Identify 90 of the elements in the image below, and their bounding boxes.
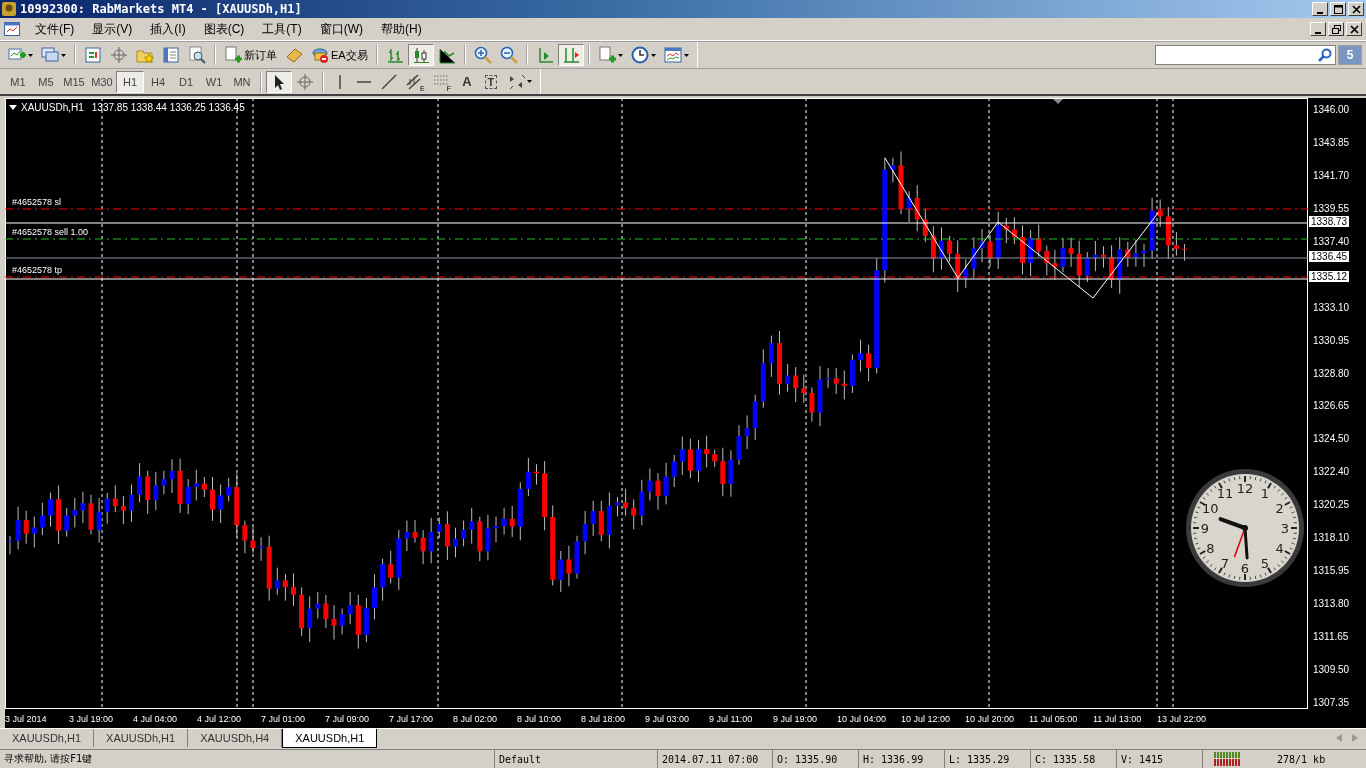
menu-item[interactable]: 帮助(H)	[372, 18, 431, 40]
price-tick-label: 1326.65	[1313, 400, 1350, 412]
status-profile: Default	[495, 750, 658, 768]
price-tick-label: 1315.95	[1313, 565, 1350, 577]
price-tick-label: 1311.65	[1313, 631, 1349, 643]
status-help-text: 寻求帮助, 请按F1键	[0, 750, 495, 768]
price-tick-label: 1330.95	[1313, 334, 1350, 346]
time-axis-label: 10 Jul 12:00	[901, 713, 952, 724]
time-axis-label: 3 Jul 19:00	[69, 713, 115, 724]
time-axis-label: 7 Jul 09:00	[325, 713, 371, 724]
clock-numeral: 5	[1260, 555, 1270, 571]
clock-numeral: 3	[1280, 521, 1290, 536]
time-axis-label: 8 Jul 18:00	[581, 713, 627, 724]
symbol-label: XAUUSDh,H1	[21, 102, 84, 113]
time-axis-label: 9 Jul 03:00	[645, 713, 691, 724]
price-tick-label: 1324.50	[1313, 433, 1350, 445]
menu-item[interactable]: 文件(F)	[26, 18, 84, 40]
price-tick-label: 1339.55	[1313, 202, 1350, 214]
period-button[interactable]: W1	[200, 70, 228, 93]
time-axis-label: 11 Jul 13:00	[1093, 713, 1143, 724]
clock-numeral: 10	[1202, 501, 1219, 516]
price-tick-label: 1343.85	[1313, 136, 1350, 148]
time-axis-label: 10 Jul 20:00	[965, 713, 1016, 724]
time-axis-label: 4 Jul 04:00	[133, 713, 179, 724]
price-tick-label: 1313.80	[1313, 598, 1350, 610]
price-tick-label: 1341.70	[1313, 169, 1350, 181]
time-axis-label: 8 Jul 10:00	[517, 713, 563, 724]
price-tick-label: 1346.00	[1313, 104, 1350, 115]
period-button[interactable]: D1	[172, 70, 200, 93]
period-button[interactable]: H4	[144, 70, 172, 93]
time-axis-label: 4 Jul 12:00	[197, 713, 243, 724]
ohlc-values: 1337.85 1338.44 1336.25 1336.45	[91, 102, 245, 113]
clock-numeral: 9	[1200, 521, 1210, 536]
menu-item[interactable]: 图表(C)	[194, 18, 254, 40]
period-button[interactable]: M1	[4, 70, 32, 93]
time-axis-label: 7 Jul 17:00	[389, 713, 435, 724]
toolbar-button[interactable]: EA交易	[307, 44, 372, 66]
toolbar-button[interactable]: 新订单	[220, 44, 281, 66]
tool-button[interactable]: T	[478, 70, 503, 93]
time-axis-label: 11 Jul 05:00	[1029, 713, 1079, 724]
period-button[interactable]: M5	[32, 70, 60, 93]
period-button[interactable]: MN	[228, 70, 256, 93]
time-axis-label: 8 Jul 02:00	[453, 713, 499, 724]
status-datetime: 2014.07.11 07:00	[658, 750, 773, 768]
price-marker: 1338.73	[1309, 216, 1350, 227]
clock-numeral: 11	[1216, 486, 1234, 502]
price-tick-label: 1333.10	[1313, 301, 1350, 313]
clock-numeral: 1	[1260, 486, 1270, 502]
time-axis-label: 9 Jul 11:00	[709, 713, 754, 724]
status-open: O: 1335.90	[773, 750, 859, 768]
status-traffic: 278/1 kb	[1276, 752, 1327, 767]
clock-numeral: 4	[1275, 541, 1284, 556]
status-high: H: 1336.99	[859, 750, 945, 768]
period-button[interactable]: M15	[60, 70, 88, 93]
menu-item[interactable]: 插入(I)	[141, 18, 195, 40]
status-close: C: 1335.58	[1031, 750, 1117, 768]
order-label: #4652578 sell 1.00	[12, 227, 89, 237]
menu-item[interactable]: 窗口(W)	[310, 18, 372, 40]
status-low: L: 1335.29	[945, 750, 1031, 768]
time-axis-label: 7 Jul 01:00	[261, 713, 307, 724]
price-tick-label: 1309.50	[1313, 663, 1350, 675]
price-tick-label: 1322.40	[1313, 466, 1350, 478]
chart-tab[interactable]: XAUUSDh,H1	[0, 729, 95, 747]
time-axis-label: 10 Jul 04:00	[837, 713, 888, 724]
clock-numeral: 7	[1220, 555, 1230, 571]
price-tick-label: 1337.40	[1313, 235, 1350, 247]
tool-button[interactable]: A	[454, 70, 479, 93]
clock-numeral: 6	[1240, 561, 1250, 576]
clock-numeral: 8	[1206, 541, 1215, 556]
menu-item[interactable]: 工具(T)	[253, 18, 311, 40]
price-tick-label: 1320.25	[1313, 499, 1350, 511]
period-button[interactable]: H1	[116, 70, 144, 93]
price-tick-label: 1328.80	[1313, 367, 1350, 379]
chart-tab[interactable]: XAUUSDh,H1	[94, 729, 189, 747]
menu-item[interactable]: 显示(V)	[83, 18, 142, 40]
time-axis-label: 13 Jul 22:00	[1157, 713, 1208, 724]
clock-numeral: 12	[1236, 481, 1254, 496]
status-volume: V: 1415	[1117, 750, 1203, 768]
period-button[interactable]: M30	[88, 70, 116, 93]
clock-numeral: 2	[1275, 501, 1284, 516]
order-label: #4652578 sl	[12, 197, 62, 207]
chart-tab[interactable]: XAUUSDh,H1	[282, 729, 378, 748]
time-axis-label: 3 Jul 2014	[5, 713, 48, 724]
window-title: 10992300: RabMarkets MT4 - [XAUUSDh,H1]	[20, 2, 302, 16]
price-tick-label: 1318.10	[1313, 532, 1350, 544]
price-tick-label: 1307.35	[1313, 696, 1350, 708]
price-marker: 1336.45	[1309, 251, 1350, 262]
order-label: #4652578 tp	[12, 265, 63, 275]
time-axis-label: 9 Jul 19:00	[773, 713, 819, 724]
price-marker: 1335.12	[1309, 271, 1350, 282]
